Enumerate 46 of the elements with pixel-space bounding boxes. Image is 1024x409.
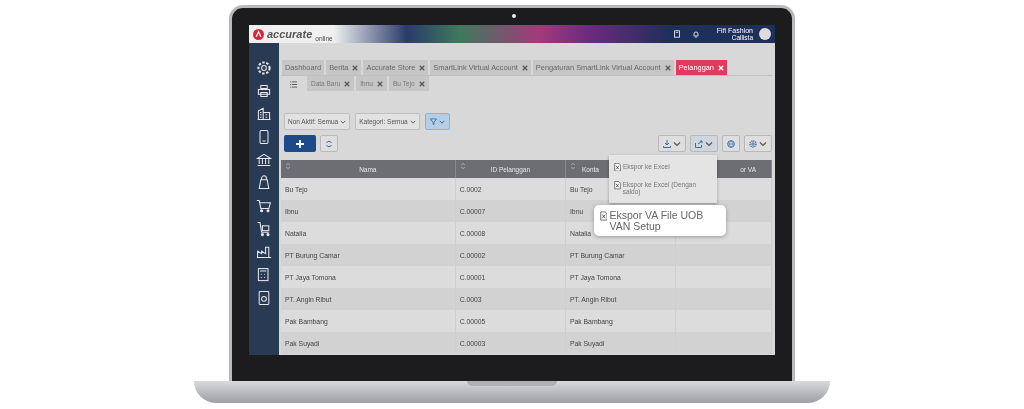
logo-text: accurate	[267, 28, 313, 40]
download-icon	[663, 139, 671, 148]
settings-button[interactable]	[744, 135, 772, 152]
close-icon[interactable]	[352, 64, 359, 71]
bank-icon[interactable]	[256, 152, 272, 168]
settings-icon	[749, 139, 757, 148]
calculator-icon[interactable]	[672, 30, 681, 38]
filter-icon	[429, 118, 437, 125]
caret-icon	[673, 139, 681, 148]
globe-icon	[727, 139, 735, 148]
spreadsheet-file-icon	[614, 181, 621, 190]
download-button[interactable]	[658, 135, 686, 152]
add-button[interactable]	[284, 135, 316, 152]
printer-icon[interactable]	[256, 83, 272, 99]
caret-icon	[409, 119, 416, 124]
plus-icon	[296, 139, 304, 148]
calculator-icon[interactable]	[256, 267, 272, 283]
cart-icon[interactable]	[256, 198, 272, 214]
globe-button[interactable]	[722, 135, 740, 152]
caret-icon	[759, 139, 767, 148]
document-icon[interactable]	[256, 290, 272, 306]
gear-icon[interactable]	[256, 60, 272, 76]
spreadsheet-file-icon	[614, 163, 621, 172]
menu-item[interactable]: Ekspor VA File UOB VAN Setup	[594, 205, 726, 236]
building-icon[interactable]	[256, 106, 272, 122]
tablet-icon[interactable]	[256, 129, 272, 145]
close-icon[interactable]	[344, 80, 351, 87]
avatar[interactable]	[759, 28, 771, 40]
cart-box-icon[interactable]	[256, 221, 272, 237]
bag-icon[interactable]	[256, 175, 272, 191]
filter-button[interactable]	[424, 113, 450, 130]
close-icon[interactable]	[418, 80, 425, 87]
caret-icon	[340, 119, 347, 124]
export-button[interactable]	[690, 135, 718, 152]
close-icon[interactable]	[376, 80, 383, 87]
caret-icon	[705, 139, 713, 148]
list-icon[interactable]	[290, 81, 297, 88]
refresh-icon	[325, 139, 333, 148]
close-icon[interactable]	[521, 64, 528, 71]
close-icon[interactable]	[664, 64, 671, 71]
logo-icon	[253, 28, 264, 40]
factory-icon[interactable]	[256, 244, 272, 260]
caret-icon	[438, 119, 445, 124]
export-icon	[695, 139, 703, 148]
close-icon[interactable]	[419, 64, 426, 71]
spreadsheet-file-icon	[600, 210, 608, 222]
